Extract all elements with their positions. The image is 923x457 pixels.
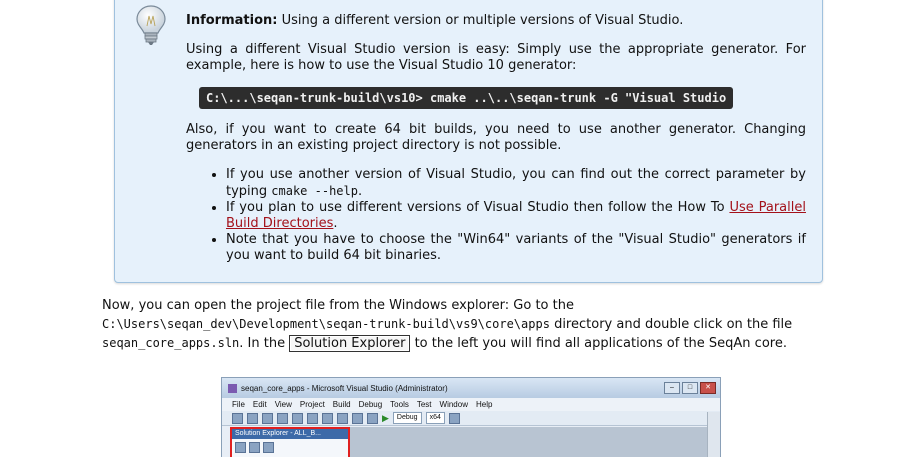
command-code-block: C:\...\seqan-trunk-build\vs10> cmake ..\… — [199, 87, 734, 109]
paragraph-text: to the left you will find all applicatio… — [410, 336, 787, 351]
list-item: If you plan to use different versions of… — [226, 200, 806, 232]
show-all-files-icon[interactable] — [249, 442, 260, 453]
save-icon[interactable] — [277, 412, 288, 424]
info-subtitle: Using a different version or multiple ve… — [277, 13, 684, 28]
find-icon[interactable] — [448, 412, 460, 424]
menu-window[interactable]: Window — [440, 400, 468, 409]
vertical-scrollbar[interactable] — [707, 412, 720, 457]
refresh-icon[interactable] — [263, 442, 274, 453]
redo-icon[interactable] — [367, 412, 378, 424]
solution-explorer-title: Solution Explorer - ALL_B... — [232, 429, 348, 439]
new-project-icon[interactable] — [232, 412, 243, 424]
maximize-icon[interactable]: □ — [682, 382, 698, 394]
lightbulb-icon — [136, 5, 166, 45]
configuration-select[interactable]: Debug — [392, 412, 422, 424]
apps-directory-path: C:\Users\seqan_dev\Development\seqan-tru… — [102, 317, 550, 331]
menu-help[interactable]: Help — [476, 400, 492, 409]
platform-select[interactable]: x64 — [425, 412, 445, 424]
info-paragraph-2: Also, if you want to create 64 bit build… — [186, 122, 806, 153]
solution-file-name: seqan_core_apps.sln — [102, 336, 240, 350]
window-title: seqan_core_apps - Microsoft Visual Studi… — [241, 383, 448, 393]
save-all-icon[interactable] — [292, 412, 303, 424]
toolbar: ▶ Debug x64 — [222, 411, 720, 426]
window-titlebar: seqan_core_apps - Microsoft Visual Studi… — [222, 378, 720, 398]
information-box: Information: Using a different version o… — [114, 0, 823, 283]
info-heading: Information: Using a different version o… — [186, 13, 806, 29]
bullet-text: If you plan to use different versions of… — [226, 200, 730, 215]
info-title: Information: — [186, 13, 278, 28]
close-icon[interactable]: ✕ — [700, 382, 716, 394]
cut-icon[interactable] — [307, 412, 318, 424]
solution-explorer-gui-label: Solution Explorer — [289, 335, 411, 352]
copy-icon[interactable] — [322, 412, 333, 424]
add-item-icon[interactable] — [247, 412, 258, 424]
info-paragraph-1: Using a different Visual Studio version … — [186, 42, 806, 73]
menu-tools[interactable]: Tools — [390, 400, 409, 409]
inline-code: cmake --help — [271, 184, 358, 198]
menu-test[interactable]: Test — [417, 400, 432, 409]
menu-edit[interactable]: Edit — [253, 400, 267, 409]
main-paragraph: Now, you can open the project file from … — [102, 297, 823, 353]
bullet-text: . — [333, 216, 338, 231]
list-item: Note that you have to choose the "Win64"… — [226, 232, 806, 264]
info-bullet-list: If you use another version of Visual Stu… — [186, 167, 806, 264]
editor-area — [350, 427, 708, 457]
menu-view[interactable]: View — [275, 400, 292, 409]
list-item: If you use another version of Visual Stu… — [226, 167, 806, 200]
bullet-text: . — [357, 184, 363, 199]
menu-file[interactable]: File — [232, 400, 245, 409]
start-debug-icon[interactable]: ▶ — [382, 413, 389, 424]
menu-bar: File Edit View Project Build Debug Tools… — [222, 398, 720, 411]
menu-project[interactable]: Project — [300, 400, 325, 409]
solution-explorer-toolbar — [232, 439, 348, 456]
properties-icon[interactable] — [235, 442, 246, 453]
visual-studio-screenshot: seqan_core_apps - Microsoft Visual Studi… — [221, 377, 721, 457]
window-controls: – □ ✕ — [664, 382, 716, 394]
paragraph-text: directory and double click on the file — [549, 317, 793, 332]
paste-icon[interactable] — [337, 412, 348, 424]
information-content: Information: Using a different version o… — [186, 13, 806, 264]
app-icon — [228, 383, 237, 393]
paragraph-text: Now, you can open the project file from … — [102, 298, 574, 313]
solution-explorer-panel: Solution Explorer - ALL_B... — [230, 427, 350, 457]
menu-debug[interactable]: Debug — [359, 400, 383, 409]
open-icon[interactable] — [262, 412, 273, 424]
menu-build[interactable]: Build — [333, 400, 351, 409]
paragraph-text: . In the — [239, 336, 290, 351]
minimize-icon[interactable]: – — [664, 382, 680, 394]
undo-icon[interactable] — [352, 412, 363, 424]
